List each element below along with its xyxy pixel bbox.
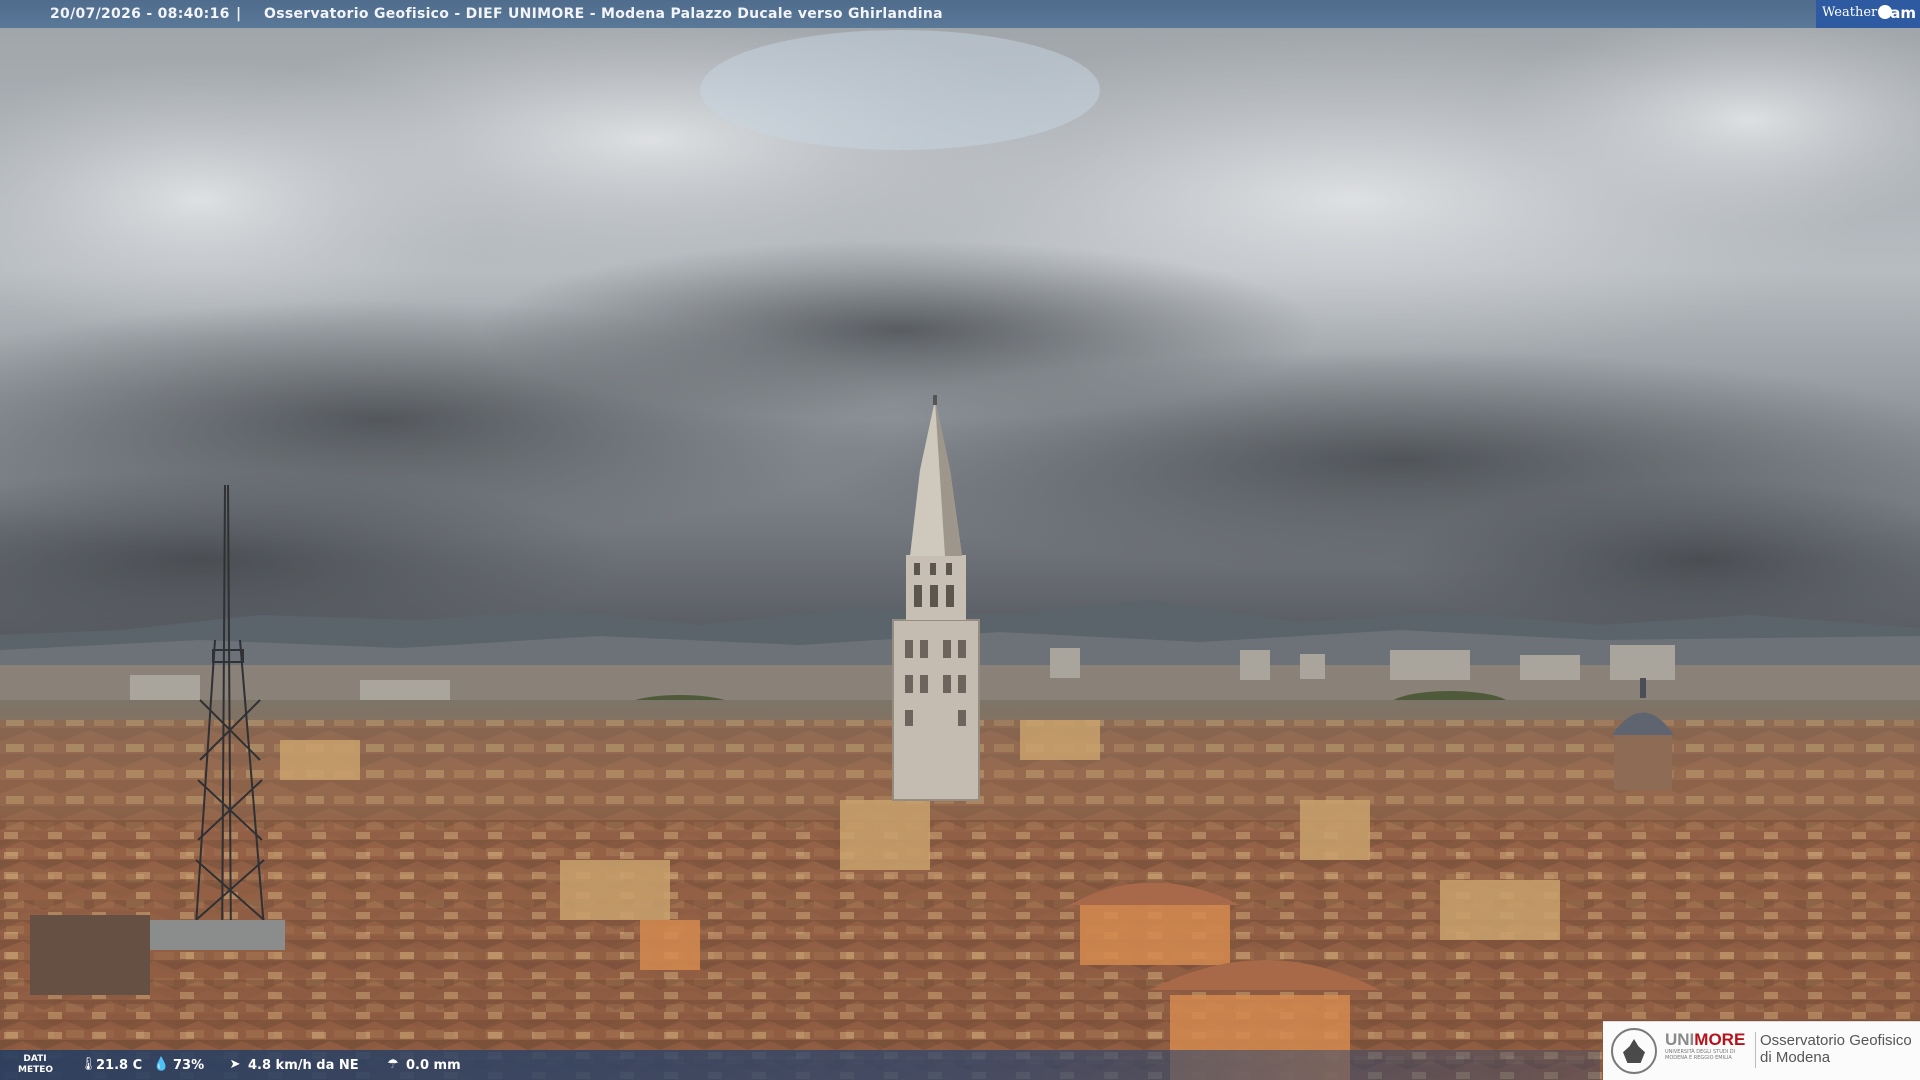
unimore-logo-box: UNIMORE UNIVERSITÀ DEGLI STUDI DI MODENA… [1603, 1021, 1920, 1080]
humidity-value: 73% [173, 1058, 205, 1073]
observatory-title: Osservatorio Geofisico di Modena [1760, 1032, 1912, 1066]
ghirlandina-tower [892, 395, 980, 801]
logo-divider [1755, 1032, 1756, 1068]
dati-meteo-label: DATI METEO [18, 1054, 54, 1075]
rain-value: 0.0 mm [406, 1058, 461, 1073]
university-seal-icon [1611, 1028, 1657, 1074]
city-skyline [0, 395, 1920, 1080]
observatory-title-line2: di Modena [1760, 1049, 1831, 1066]
unimore-brand: UNIMORE [1665, 1030, 1745, 1050]
thermometer-icon: 🌡 [80, 1057, 97, 1072]
wind-vane-icon: ➤ [229, 1057, 241, 1072]
observatory-title-line1: Osservatorio Geofisico [1760, 1032, 1912, 1049]
unimore-subtitle: UNIVERSITÀ DEGLI STUDI DI MODENA E REGGI… [1665, 1049, 1736, 1061]
top-info-bar: 20/07/2026 - 08:40:16 | Osservatorio Geo… [0, 0, 1920, 28]
humidity-drop-icon: 💧 [153, 1057, 170, 1072]
weathercam-logo-left: Weather [1822, 5, 1878, 20]
brand-prefix: UNI [1665, 1030, 1695, 1049]
temperature-value: 21.8 C [96, 1058, 143, 1073]
wind-value: 4.8 km/h da NE [248, 1058, 359, 1073]
brand-suffix: MORE [1694, 1030, 1746, 1049]
webcam-view: 20/07/2026 - 08:40:16 | Osservatorio Geo… [0, 0, 1920, 1080]
timestamp: 20/07/2026 - 08:40:16 [50, 6, 230, 22]
weathercam-logo: Weather Cam [1816, 0, 1920, 28]
weather-data-bar: DATI METEO 🌡 21.8 C 💧 73% ➤ 4.8 km/h da … [0, 1050, 1600, 1080]
location-title: Osservatorio Geofisico - DIEF UNIMORE - … [264, 6, 943, 22]
separator: | [236, 6, 242, 22]
rain-gauge-icon: ☂ [387, 1057, 399, 1072]
weathercam-logo-right: Cam [1879, 4, 1916, 22]
